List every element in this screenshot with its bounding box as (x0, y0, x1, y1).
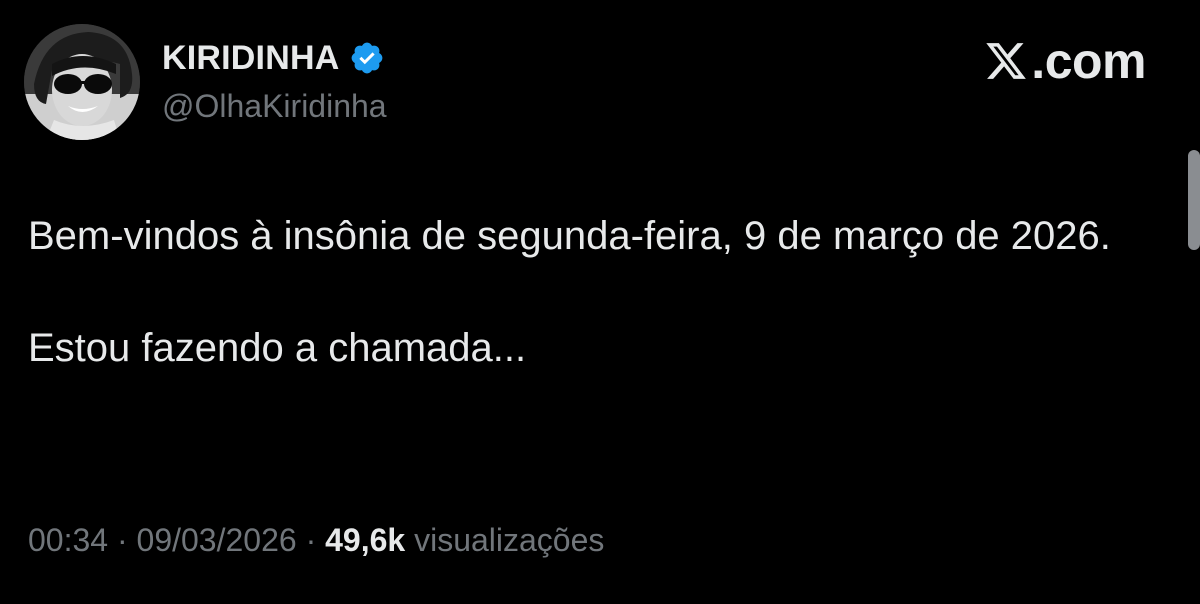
meta-separator: · (305, 522, 317, 558)
author-handle[interactable]: @OlhaKiridinha (162, 88, 387, 125)
author-info: KIRIDINHA @OlhaKiridinha (162, 36, 387, 125)
tweet-meta: 00:34 · 09/03/2026 · 49,6k visualizações (28, 522, 604, 559)
meta-separator: · (116, 522, 128, 558)
views-label: visualizações (414, 522, 605, 558)
avatar[interactable] (24, 24, 140, 140)
tweet-card: KIRIDINHA @OlhaKiridinha .com Bem-vindos… (0, 0, 1200, 604)
tweet-text: Bem-vindos à insônia de segunda-feira, 9… (28, 208, 1158, 376)
tweet-time[interactable]: 00:34 (28, 522, 108, 558)
brand-logo: .com (983, 36, 1146, 86)
brand-text: .com (1031, 33, 1146, 89)
tweet-paragraph: Bem-vindos à insônia de segunda-feira, 9… (28, 214, 1111, 258)
display-name[interactable]: KIRIDINHA (162, 39, 339, 78)
scrollbar[interactable] (1188, 150, 1200, 250)
tweet-paragraph: Estou fazendo a chamada... (28, 326, 527, 370)
verified-badge-icon (349, 40, 385, 76)
tweet-date[interactable]: 09/03/2026 (137, 522, 297, 558)
x-logo-icon (983, 39, 1029, 83)
name-row: KIRIDINHA (162, 36, 387, 80)
views-count: 49,6k (325, 522, 406, 558)
avatar-image (24, 24, 140, 140)
